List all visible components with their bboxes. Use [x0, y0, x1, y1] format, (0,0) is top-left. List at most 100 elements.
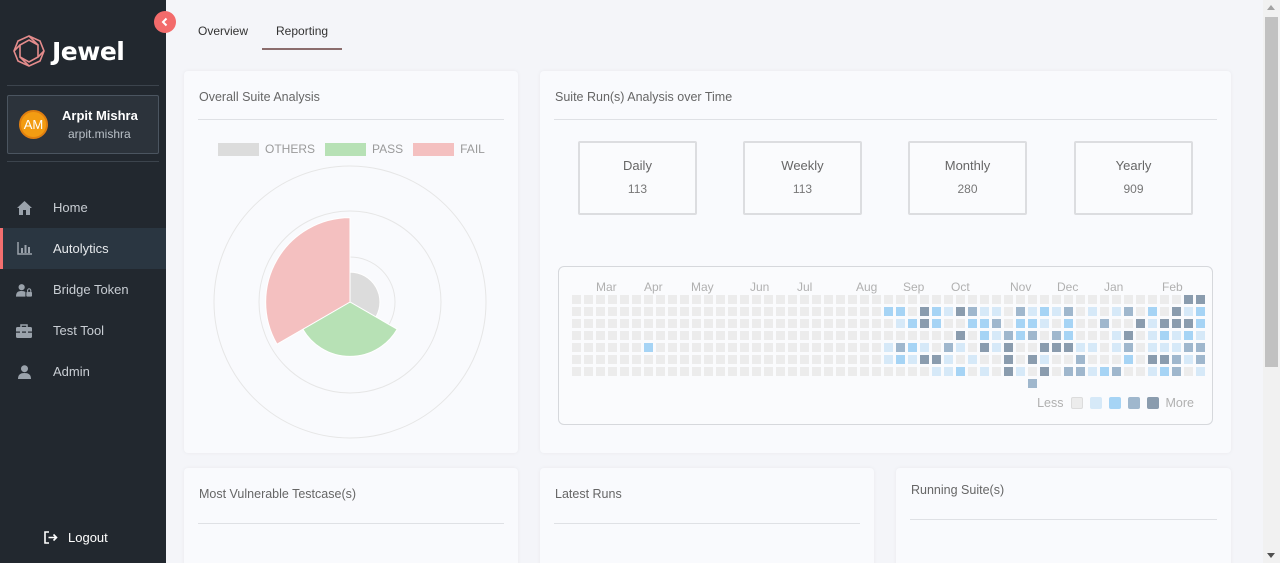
- heatmap-cell[interactable]: [800, 307, 809, 316]
- heatmap-cell[interactable]: [1148, 367, 1157, 376]
- heatmap-cell[interactable]: [1088, 307, 1097, 316]
- heatmap-cell[interactable]: [788, 331, 797, 340]
- heatmap-cell[interactable]: [932, 307, 941, 316]
- heatmap-cell[interactable]: [680, 367, 689, 376]
- heatmap-cell[interactable]: [596, 367, 605, 376]
- heatmap-cell[interactable]: [1052, 331, 1061, 340]
- heatmap-cell[interactable]: [1112, 295, 1121, 304]
- heatmap-cell[interactable]: [692, 343, 701, 352]
- heatmap-cell[interactable]: [980, 307, 989, 316]
- heatmap-cell[interactable]: [812, 307, 821, 316]
- heatmap-cell[interactable]: [704, 367, 713, 376]
- heatmap-cell[interactable]: [656, 295, 665, 304]
- heatmap-cell[interactable]: [800, 331, 809, 340]
- heatmap-cell[interactable]: [1040, 295, 1049, 304]
- heatmap-cell[interactable]: [1088, 319, 1097, 328]
- heatmap-cell[interactable]: [1148, 343, 1157, 352]
- heatmap-cell[interactable]: [1076, 307, 1085, 316]
- heatmap-cell[interactable]: [608, 367, 617, 376]
- heatmap-cell[interactable]: [752, 367, 761, 376]
- heatmap-cell[interactable]: [920, 307, 929, 316]
- heatmap-cell[interactable]: [1064, 319, 1073, 328]
- heatmap-cell[interactable]: [596, 307, 605, 316]
- heatmap-cell[interactable]: [680, 343, 689, 352]
- heatmap-cell[interactable]: [968, 307, 977, 316]
- heatmap-cell[interactable]: [716, 319, 725, 328]
- heatmap-cell[interactable]: [1136, 367, 1145, 376]
- heatmap-cell[interactable]: [644, 331, 653, 340]
- heatmap-cell[interactable]: [920, 355, 929, 364]
- heatmap-cell[interactable]: [980, 319, 989, 328]
- heatmap-cell[interactable]: [704, 295, 713, 304]
- heatmap-cell[interactable]: [656, 307, 665, 316]
- heatmap-cell[interactable]: [908, 307, 917, 316]
- heatmap-cell[interactable]: [776, 355, 785, 364]
- heatmap-cell[interactable]: [644, 295, 653, 304]
- heatmap-cell[interactable]: [668, 331, 677, 340]
- heatmap-cell[interactable]: [944, 367, 953, 376]
- heatmap-cell[interactable]: [716, 295, 725, 304]
- heatmap-cell[interactable]: [740, 367, 749, 376]
- heatmap-cell[interactable]: [944, 295, 953, 304]
- heatmap-cell[interactable]: [1136, 355, 1145, 364]
- heatmap-cell[interactable]: [812, 343, 821, 352]
- tab-reporting[interactable]: Reporting: [262, 16, 343, 50]
- stat-weekly[interactable]: Weekly 113: [743, 141, 862, 215]
- heatmap-cell[interactable]: [1196, 343, 1205, 352]
- heatmap-cell[interactable]: [1076, 319, 1085, 328]
- heatmap-cell[interactable]: [812, 355, 821, 364]
- heatmap-cell[interactable]: [1088, 367, 1097, 376]
- heatmap-cell[interactable]: [908, 295, 917, 304]
- heatmap-cell[interactable]: [656, 355, 665, 364]
- heatmap-cell[interactable]: [1004, 343, 1013, 352]
- heatmap-cell[interactable]: [716, 307, 725, 316]
- heatmap-cell[interactable]: [932, 295, 941, 304]
- heatmap-cell[interactable]: [632, 331, 641, 340]
- heatmap-cell[interactable]: [1172, 331, 1181, 340]
- heatmap-cell[interactable]: [932, 343, 941, 352]
- heatmap-cell[interactable]: [1172, 307, 1181, 316]
- heatmap-cell[interactable]: [1016, 319, 1025, 328]
- heatmap-cell[interactable]: [1016, 355, 1025, 364]
- heatmap-cell[interactable]: [956, 331, 965, 340]
- heatmap-cell[interactable]: [1100, 307, 1109, 316]
- heatmap-cell[interactable]: [752, 343, 761, 352]
- heatmap-cell[interactable]: [728, 331, 737, 340]
- heatmap-cell[interactable]: [656, 319, 665, 328]
- heatmap-cell[interactable]: [992, 331, 1001, 340]
- heatmap-cell[interactable]: [596, 319, 605, 328]
- heatmap-cell[interactable]: [836, 331, 845, 340]
- heatmap-cell[interactable]: [752, 295, 761, 304]
- heatmap-cell[interactable]: [836, 355, 845, 364]
- heatmap-cell[interactable]: [1052, 367, 1061, 376]
- heatmap-cell[interactable]: [692, 355, 701, 364]
- heatmap-cell[interactable]: [752, 319, 761, 328]
- heatmap-cell[interactable]: [884, 307, 893, 316]
- heatmap-cell[interactable]: [764, 319, 773, 328]
- heatmap-cell[interactable]: [872, 319, 881, 328]
- heatmap-cell[interactable]: [1172, 295, 1181, 304]
- heatmap-cell[interactable]: [632, 295, 641, 304]
- heatmap-cell[interactable]: [764, 343, 773, 352]
- heatmap-cell[interactable]: [752, 355, 761, 364]
- heatmap-cell[interactable]: [740, 307, 749, 316]
- heatmap-cell[interactable]: [620, 307, 629, 316]
- heatmap-cell[interactable]: [944, 307, 953, 316]
- heatmap-cell[interactable]: [1160, 343, 1169, 352]
- heatmap-cell[interactable]: [1076, 295, 1085, 304]
- heatmap-cell[interactable]: [776, 295, 785, 304]
- heatmap-cell[interactable]: [692, 307, 701, 316]
- heatmap-cell[interactable]: [740, 295, 749, 304]
- heatmap-cell[interactable]: [1076, 367, 1085, 376]
- heatmap-cell[interactable]: [572, 343, 581, 352]
- heatmap-cell[interactable]: [920, 367, 929, 376]
- heatmap-cell[interactable]: [1064, 307, 1073, 316]
- heatmap-cell[interactable]: [824, 319, 833, 328]
- heatmap-cell[interactable]: [1184, 295, 1193, 304]
- heatmap-cell[interactable]: [812, 319, 821, 328]
- heatmap-cell[interactable]: [836, 343, 845, 352]
- heatmap-cell[interactable]: [632, 319, 641, 328]
- heatmap-cell[interactable]: [620, 331, 629, 340]
- sidebar-item-autolytics[interactable]: Autolytics: [0, 228, 166, 269]
- heatmap-cell[interactable]: [1124, 319, 1133, 328]
